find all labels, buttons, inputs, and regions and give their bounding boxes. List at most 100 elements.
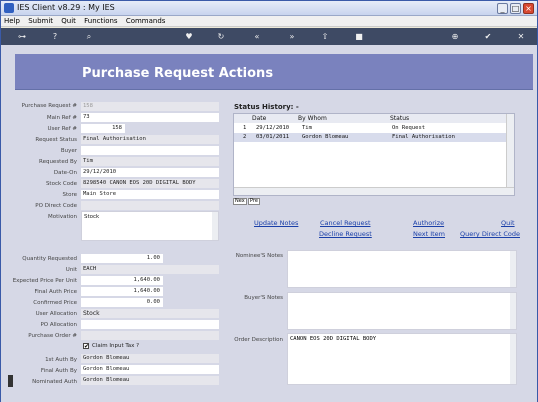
menu-quit[interactable]: Quit bbox=[58, 16, 79, 26]
requested-by-field: Tim bbox=[81, 157, 219, 166]
order-description-textarea[interactable]: CANON EOS 20D DIGITAL BODY bbox=[287, 333, 517, 385]
close-icon[interactable]: ✕ bbox=[515, 31, 527, 42]
store-label: Store bbox=[62, 192, 77, 198]
motivation-text: Stock bbox=[84, 214, 100, 220]
nominated-auth-label: Nominated Auth bbox=[32, 379, 77, 385]
next-page-button[interactable]: Nex bbox=[233, 198, 247, 205]
help-icon[interactable]: ? bbox=[49, 31, 61, 42]
nominee-notes-label: Nominee'S Notes bbox=[235, 253, 283, 259]
row-status: Final Authorisation bbox=[392, 134, 455, 140]
row-number: 1 bbox=[243, 125, 247, 131]
toolbar: ⊶ ? ⌕ ♥ ↻ « » ⇧ ■ ⊕ ✔ ✕ bbox=[1, 28, 537, 45]
user-allocation-label: User Allocation bbox=[35, 311, 77, 317]
first-auth-field: Gordon Blomeau bbox=[81, 354, 219, 363]
po-direct-code-label: PO Direct Code bbox=[35, 203, 77, 209]
main-ref-field[interactable]: 73 bbox=[81, 113, 219, 122]
claim-input-tax-checkbox[interactable]: ✔ bbox=[83, 343, 89, 350]
final-auth-price-label: Final Auth Price bbox=[34, 289, 77, 295]
po-direct-code-field bbox=[81, 201, 219, 210]
side-marker bbox=[8, 375, 13, 387]
po-allocation-field[interactable] bbox=[81, 320, 219, 329]
row-number: 2 bbox=[243, 134, 247, 140]
title-bar: IES Client v8.29 : My IES _ □ × bbox=[1, 1, 537, 16]
row-date: 29/12/2010 bbox=[256, 125, 290, 131]
status-history-table: Date By Whom Status 1 29/12/2010 Tim On … bbox=[233, 113, 515, 196]
menu-submit[interactable]: Submit bbox=[25, 16, 56, 26]
nominee-notes-scrollbar[interactable] bbox=[510, 251, 516, 287]
rewind-icon[interactable]: « bbox=[251, 31, 263, 42]
expected-price-field[interactable]: 1,640.00 bbox=[81, 276, 163, 285]
decline-request-link[interactable]: Decline Request bbox=[319, 230, 372, 238]
stock-code-label: Stock Code bbox=[45, 181, 77, 187]
cancel-request-link[interactable]: Cancel Request bbox=[320, 219, 371, 227]
buyer-notes-label: Buyer'S Notes bbox=[244, 295, 283, 301]
maximize-button[interactable]: □ bbox=[510, 3, 521, 14]
buyer-notes-textarea[interactable] bbox=[287, 292, 517, 330]
claim-input-tax-label: Claim Input Tax ? bbox=[92, 343, 140, 349]
row-by: Tim bbox=[302, 125, 312, 131]
key-icon[interactable]: ⊶ bbox=[11, 31, 33, 42]
main-content: Purchase Request Actions Purchase Reques… bbox=[1, 45, 537, 402]
date-on-field[interactable]: 29/12/2010 bbox=[81, 168, 219, 177]
user-ref-label: User Ref # bbox=[47, 126, 77, 132]
stop-icon[interactable]: ■ bbox=[353, 31, 365, 42]
menu-functions[interactable]: Functions bbox=[81, 16, 120, 26]
query-direct-code-link[interactable]: Query Direct Code bbox=[460, 230, 520, 238]
update-notes-link[interactable]: Update Notes bbox=[254, 219, 298, 227]
col-status: Status bbox=[390, 115, 410, 122]
minimize-button[interactable]: _ bbox=[497, 3, 508, 14]
row-date: 03/01/2011 bbox=[256, 134, 290, 140]
buyer-label: Buyer bbox=[60, 148, 77, 154]
fast-forward-icon[interactable]: » bbox=[286, 31, 298, 42]
quantity-requested-field[interactable]: 1.00 bbox=[81, 254, 163, 263]
order-description-label: Order Description bbox=[234, 337, 283, 343]
table-row[interactable]: 1 29/12/2010 Tim On Request bbox=[234, 124, 514, 133]
status-history-title: Status History: - bbox=[234, 103, 299, 111]
table-header: Date By Whom Status bbox=[234, 114, 514, 123]
buyer-field[interactable] bbox=[81, 146, 219, 155]
authorize-link[interactable]: Authorize bbox=[413, 219, 444, 227]
menu-help[interactable]: Help bbox=[1, 16, 23, 26]
row-status: On Request bbox=[392, 125, 426, 131]
heart-icon[interactable]: ♥ bbox=[183, 31, 195, 42]
nominee-notes-textarea[interactable] bbox=[287, 250, 517, 288]
next-item-link[interactable]: Next Item bbox=[413, 230, 445, 238]
close-window-button[interactable]: × bbox=[523, 3, 534, 14]
upload-icon[interactable]: ⇧ bbox=[319, 31, 331, 42]
buyer-notes-scrollbar[interactable] bbox=[510, 293, 516, 329]
table-row[interactable]: 2 03/01/2011 Gordon Blomeau Final Author… bbox=[234, 133, 514, 142]
request-status-label: Request Status bbox=[35, 137, 77, 143]
col-by-whom: By Whom bbox=[298, 115, 327, 122]
prev-page-button[interactable]: Pre bbox=[248, 198, 260, 205]
motivation-textarea[interactable]: Stock bbox=[81, 211, 219, 241]
store-field[interactable]: Main Store bbox=[81, 190, 219, 199]
purchase-request-label: Purchase Request # bbox=[21, 103, 77, 109]
page-banner: Purchase Request Actions bbox=[15, 54, 533, 90]
order-description-scrollbar[interactable] bbox=[510, 334, 516, 384]
expected-price-label: Expected Price Per Unit bbox=[12, 278, 77, 284]
purchase-order-label: Purchase Order # bbox=[28, 333, 77, 339]
first-auth-label: 1st Auth By bbox=[45, 357, 77, 363]
search-icon[interactable]: ⌕ bbox=[83, 31, 95, 42]
motivation-scrollbar[interactable] bbox=[212, 212, 218, 240]
quantity-requested-label: Quantity Requested bbox=[22, 256, 77, 262]
unit-label: Unit bbox=[65, 267, 77, 273]
add-icon[interactable]: ⊕ bbox=[449, 31, 461, 42]
unit-field: EACH bbox=[81, 265, 219, 274]
date-on-label: Date-On bbox=[53, 170, 77, 176]
request-status-field: Final Authorisation bbox=[81, 135, 219, 144]
quit-link[interactable]: Quit bbox=[501, 219, 515, 227]
stock-code-field: 8298540 CANON EOS 20D DIGITAL BODY bbox=[81, 179, 219, 188]
app-window: IES Client v8.29 : My IES _ □ × Help Sub… bbox=[0, 0, 538, 402]
refresh-icon[interactable]: ↻ bbox=[215, 31, 227, 42]
confirmed-price-label: Confirmed Price bbox=[33, 300, 77, 306]
table-vertical-scrollbar[interactable] bbox=[506, 114, 514, 189]
confirm-icon[interactable]: ✔ bbox=[482, 31, 494, 42]
menu-commands[interactable]: Commands bbox=[123, 16, 169, 26]
confirmed-price-field[interactable]: 0.00 bbox=[81, 298, 163, 307]
nominated-auth-field: Gordon Blomeau bbox=[81, 376, 219, 385]
final-auth-price-field[interactable]: 1,640.00 bbox=[81, 287, 163, 296]
table-horizontal-scrollbar[interactable] bbox=[234, 187, 514, 195]
final-auth-field[interactable]: Gordon Blomeau bbox=[81, 365, 219, 374]
user-ref-field[interactable]: 158 bbox=[81, 124, 125, 133]
